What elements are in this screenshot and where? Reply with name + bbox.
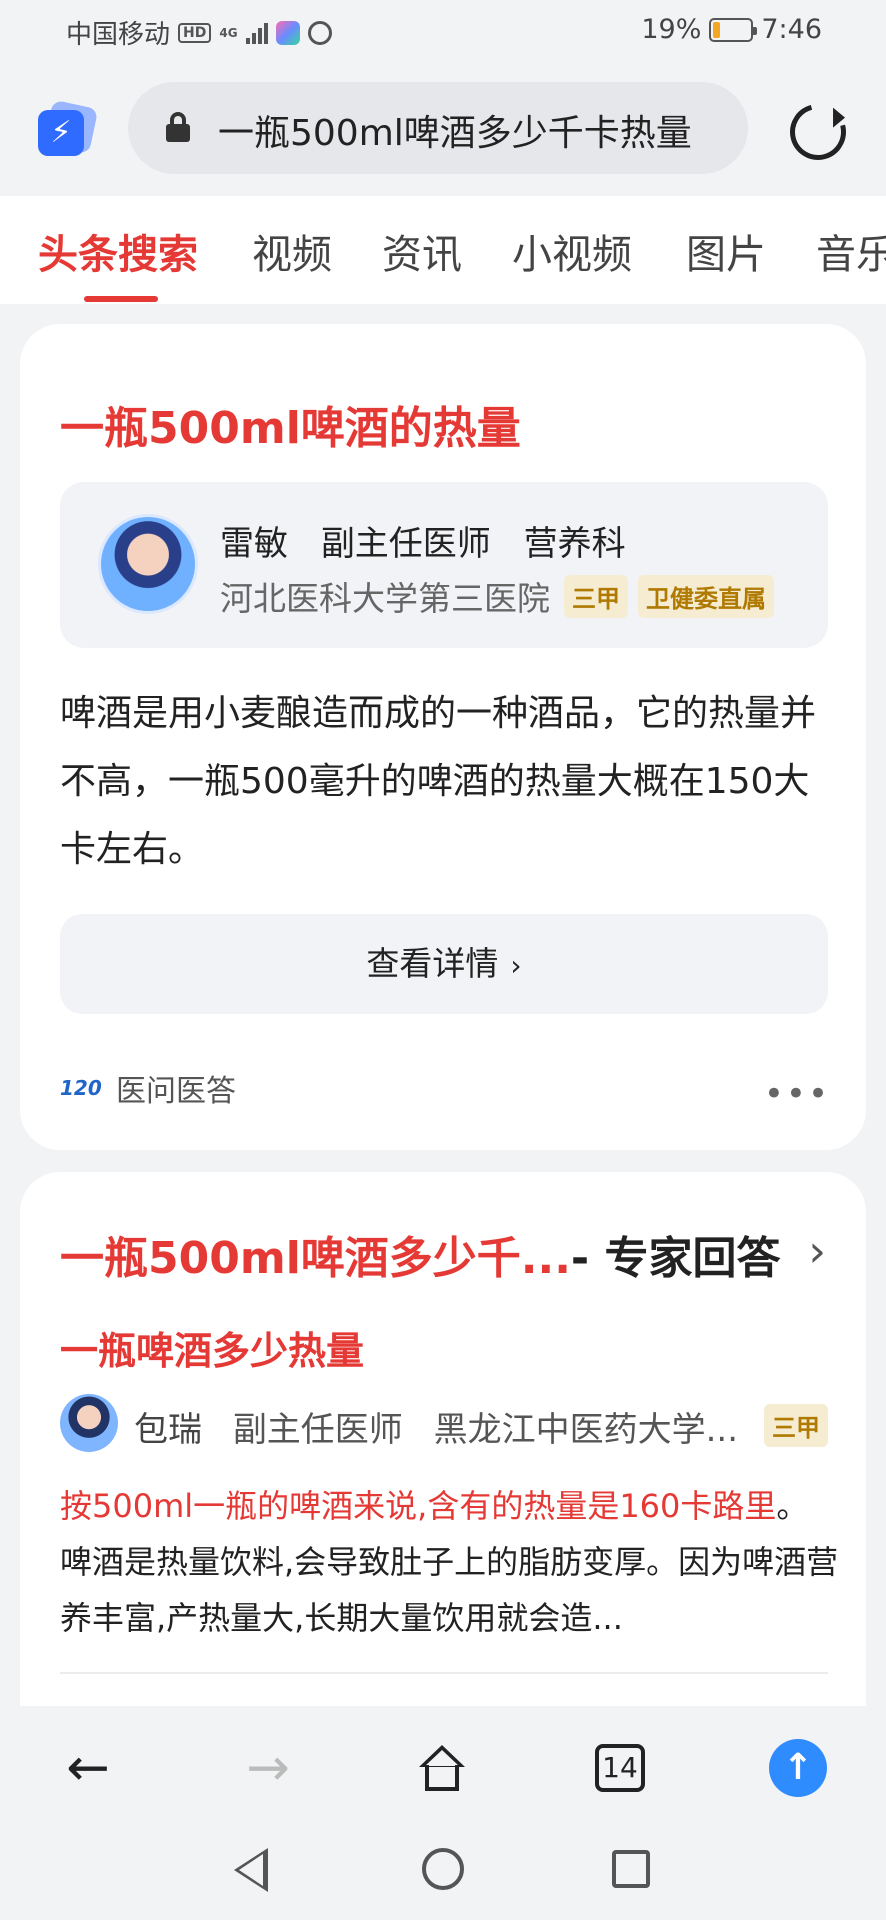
clock: 7:46 bbox=[761, 14, 822, 45]
result-title-suffix: - 专家回答 bbox=[570, 1233, 781, 1284]
result-title[interactable]: 一瓶500ml啤酒的热量 bbox=[60, 392, 521, 456]
network-type: 4G bbox=[219, 25, 238, 40]
doctor-line: 包瑞 副主任医师 黑龙江中医药大学... bbox=[134, 1402, 758, 1451]
tab-toutiao-search[interactable]: 头条搜索 bbox=[38, 222, 198, 280]
battery-percent: 19% bbox=[641, 14, 702, 45]
browser-logo-icon[interactable]: ⚡ bbox=[38, 99, 99, 156]
doctor-avatar bbox=[60, 1394, 118, 1452]
active-tab-indicator bbox=[84, 296, 158, 302]
hospital-affiliation-badge: 卫健委直属 bbox=[638, 574, 774, 618]
result-title[interactable]: 一瓶500ml啤酒多少千...- 专家回答 bbox=[60, 1222, 781, 1286]
tabs-button[interactable]: 14 bbox=[588, 1736, 652, 1800]
browser-toolbar: ← → 14 ↑ bbox=[0, 1706, 886, 1828]
status-bar: 中国移动 HD 4G 19% 7:46 bbox=[0, 0, 886, 60]
doctor-row[interactable]: 包瑞 副主任医师 黑龙江中医药大学... 三甲 bbox=[60, 1394, 828, 1458]
address-bar[interactable]: 一瓶500ml啤酒多少千卡热量 bbox=[128, 82, 748, 174]
refresh-icon[interactable] bbox=[779, 93, 857, 171]
source-row[interactable]: 120 医问医答 bbox=[60, 1066, 236, 1110]
globe-icon bbox=[307, 20, 332, 45]
chevron-right-icon: › bbox=[510, 949, 522, 982]
scroll-top-button[interactable]: ↑ bbox=[766, 1736, 830, 1800]
home-icon[interactable] bbox=[410, 1736, 474, 1800]
nav-recents-icon[interactable] bbox=[612, 1850, 650, 1888]
source-name: 医问医答 bbox=[116, 1074, 236, 1109]
tab-video[interactable]: 视频 bbox=[252, 222, 332, 280]
chevron-right-icon[interactable]: › bbox=[808, 1226, 826, 1277]
view-details-button[interactable]: 查看详情 › bbox=[60, 914, 828, 1014]
nav-back-icon[interactable] bbox=[234, 1848, 268, 1892]
search-tabs: 头条搜索 视频 资讯 小视频 图片 音乐 bbox=[0, 196, 886, 304]
hospital-grade-badge: 三甲 bbox=[764, 1404, 828, 1447]
carrier-label: 中国移动 bbox=[66, 20, 171, 50]
doctor-title: 副主任医师 bbox=[232, 1410, 403, 1450]
answer-text: 按500ml一瓶的啤酒来说,含有的热量是160卡路里。啤酒是热量饮料,会导致肚子… bbox=[60, 1478, 840, 1646]
doctor-info-box[interactable]: 雷敏 副主任医师 营养科 河北医科大学第三医院 三甲 卫健委直属 bbox=[60, 482, 828, 648]
result-subtitle[interactable]: 一瓶啤酒多少热量 bbox=[60, 1320, 364, 1375]
search-query[interactable]: 一瓶500ml啤酒多少千卡热量 bbox=[218, 104, 692, 156]
source-logo-icon: 120 bbox=[60, 1076, 102, 1100]
hospital-name: 黑龙江中医药大学... bbox=[433, 1410, 739, 1450]
result-title-main: 一瓶500ml啤酒多少千... bbox=[60, 1233, 571, 1284]
more-options-icon[interactable]: ••• bbox=[764, 1074, 830, 1114]
tab-count: 14 bbox=[595, 1744, 645, 1792]
back-arrow-icon[interactable]: ← bbox=[56, 1736, 120, 1800]
lock-icon bbox=[166, 112, 190, 142]
signal-icon bbox=[245, 22, 268, 44]
answer-highlight: 按500ml一瓶的啤酒来说,含有的热量是160卡路里 bbox=[60, 1487, 777, 1525]
doctor-avatar bbox=[98, 514, 198, 614]
divider bbox=[60, 1672, 828, 1674]
app-notification-icon bbox=[275, 20, 300, 45]
result-card-2: 一瓶500ml啤酒多少千...- 专家回答 › 一瓶啤酒多少热量 包瑞 副主任医… bbox=[20, 1172, 866, 1722]
doctor-name: 雷敏 bbox=[220, 524, 288, 564]
system-nav-bar bbox=[0, 1828, 886, 1920]
tab-images[interactable]: 图片 bbox=[686, 222, 766, 280]
hospital-name: 河北医科大学第三医院 bbox=[220, 579, 550, 618]
doctor-line: 雷敏 副主任医师 营养科 bbox=[220, 516, 648, 565]
address-row: ⚡ 一瓶500ml啤酒多少千卡热量 bbox=[0, 60, 886, 196]
nav-home-icon[interactable] bbox=[422, 1848, 464, 1890]
view-details-label: 查看详情 bbox=[366, 944, 499, 983]
tab-short-video[interactable]: 小视频 bbox=[512, 222, 632, 280]
forward-arrow-icon[interactable]: → bbox=[236, 1736, 300, 1800]
doctor-title: 副主任医师 bbox=[320, 524, 491, 564]
tab-news[interactable]: 资讯 bbox=[382, 222, 462, 280]
battery-icon bbox=[709, 17, 758, 42]
result-card-1: 一瓶500ml啤酒的热量 雷敏 副主任医师 营养科 河北医科大学第三医院 三甲 … bbox=[20, 324, 866, 1150]
doctor-department: 营养科 bbox=[523, 524, 626, 564]
status-left: 中国移动 HD 4G bbox=[66, 14, 332, 51]
hospital-line: 河北医科大学第三医院 三甲 卫健委直属 bbox=[220, 572, 774, 620]
tab-music[interactable]: 音乐 bbox=[816, 222, 886, 280]
doctor-name: 包瑞 bbox=[134, 1410, 202, 1450]
status-right: 19% 7:46 bbox=[641, 14, 822, 45]
arrow-up-icon: ↑ bbox=[769, 1739, 827, 1797]
hospital-grade-badge: 三甲 bbox=[564, 574, 628, 618]
hd-icon: HD bbox=[178, 22, 212, 43]
answer-text: 啤酒是用小麦酿造而成的一种酒品，它的热量并不高，一瓶500毫升的啤酒的热量大概在… bbox=[60, 693, 817, 870]
